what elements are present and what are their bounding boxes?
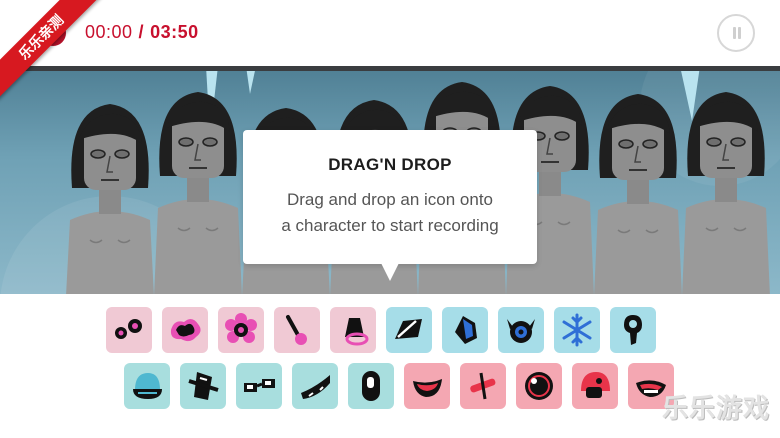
watermark: 乐乐游戏 <box>662 393 771 423</box>
cross-pin-icon[interactable] <box>460 363 506 409</box>
bell-icon[interactable] <box>330 307 376 353</box>
tilted-hat-icon[interactable] <box>180 363 226 409</box>
total-time: 03:50 <box>150 22 199 42</box>
timer-separator: / <box>138 22 145 42</box>
mouth-icon[interactable] <box>404 363 450 409</box>
drag-drop-tooltip: DRAG'N DROP Drag and drop an icon onto a… <box>243 130 537 281</box>
character-figure[interactable] <box>154 92 242 294</box>
tooltip-text-line-1: Drag and drop an icon onto <box>286 190 494 209</box>
crystal-icon[interactable] <box>442 307 488 353</box>
splat-icon[interactable] <box>162 307 208 353</box>
dots-icon[interactable] <box>106 307 152 353</box>
flower-icon[interactable] <box>218 307 264 353</box>
horned-eye-icon[interactable] <box>498 307 544 353</box>
stage-top-border <box>0 66 780 71</box>
character-figure[interactable] <box>594 94 682 294</box>
capsule-icon[interactable] <box>348 363 394 409</box>
pause-icon-bar <box>738 27 741 39</box>
pause-icon <box>733 27 736 39</box>
ball-icon[interactable] <box>516 363 562 409</box>
pause-button[interactable] <box>717 14 755 52</box>
tooltip-text-line-2: a character to start recording <box>281 216 499 235</box>
tooltip-pointer <box>381 263 399 281</box>
tape-icon[interactable] <box>386 307 432 353</box>
tooltip-title: DRAG'N DROP <box>328 155 452 174</box>
drip-drop-icon[interactable] <box>610 307 656 353</box>
scarf-icon[interactable] <box>292 363 338 409</box>
beanie-icon[interactable] <box>124 363 170 409</box>
corner-ribbon: 乐乐亲测 <box>0 0 110 110</box>
glasses-icon[interactable] <box>236 363 282 409</box>
top-bar: 00:00/03:50 <box>0 0 780 66</box>
character-figure[interactable] <box>682 92 770 294</box>
character-figure[interactable] <box>66 104 154 294</box>
snowflake-icon[interactable] <box>554 307 600 353</box>
pin-icon[interactable] <box>274 307 320 353</box>
ribbon-label: 乐乐亲测 <box>0 0 104 100</box>
helmet-icon[interactable] <box>572 363 618 409</box>
